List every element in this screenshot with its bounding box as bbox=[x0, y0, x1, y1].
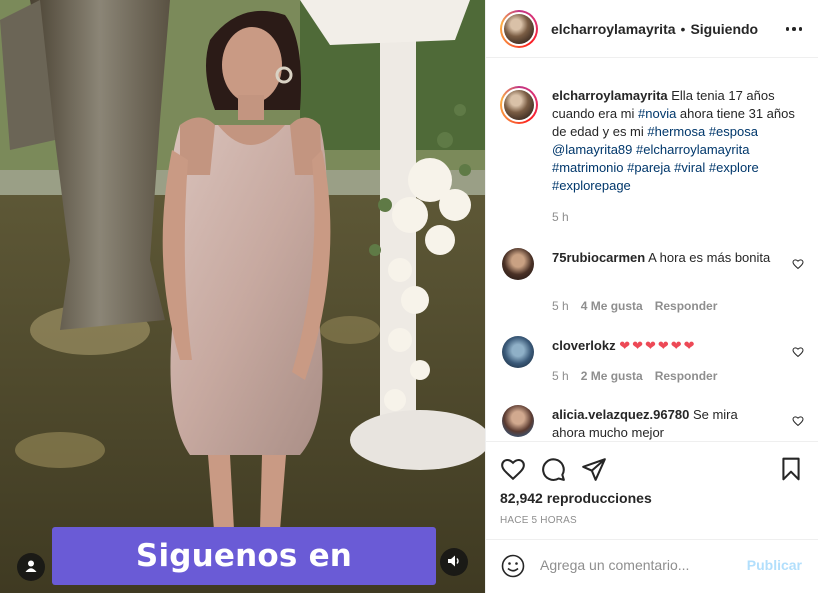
comments-list[interactable]: elcharroylamayrita Ella tenia 17 años cu… bbox=[486, 59, 818, 441]
emoji-smiley-icon[interactable] bbox=[501, 554, 525, 581]
post-actions: 82,942 reproducciones HACE 5 HORAS Publi… bbox=[486, 441, 818, 593]
like-heart-icon[interactable] bbox=[500, 456, 526, 485]
more-options-button[interactable] bbox=[784, 19, 804, 39]
comment-username[interactable]: cloverlokz bbox=[552, 338, 616, 353]
view-count[interactable]: 82,942 reproducciones bbox=[500, 490, 652, 506]
like-comment-heart-icon[interactable] bbox=[792, 258, 804, 273]
caption-username[interactable]: elcharroylamayrita bbox=[552, 88, 668, 103]
comment-input[interactable] bbox=[540, 557, 740, 573]
hashtag-elcharroylamayrita[interactable]: #elcharroylamayrita bbox=[636, 142, 749, 157]
user-tag-icon bbox=[24, 559, 38, 576]
mention-lamayrita89[interactable]: @lamayrita89 bbox=[552, 142, 632, 157]
comment-avatar[interactable] bbox=[502, 248, 534, 280]
caption-text: elcharroylamayrita Ella tenia 17 años cu… bbox=[552, 87, 804, 195]
user-tag-button[interactable] bbox=[17, 553, 45, 581]
comment-composer: Publicar bbox=[486, 539, 818, 593]
audio-toggle-button[interactable] bbox=[440, 548, 468, 576]
comment-meta: 5 h 2 Me gusta Responder bbox=[552, 369, 717, 383]
hashtag-explorepage[interactable]: #explorepage bbox=[552, 178, 631, 193]
hashtag-esposa[interactable]: #esposa bbox=[709, 124, 758, 139]
caption-author-avatar[interactable] bbox=[500, 86, 538, 124]
comment-avatar[interactable] bbox=[502, 336, 534, 368]
comment-avatar[interactable] bbox=[502, 405, 534, 437]
share-paper-plane-icon[interactable] bbox=[581, 456, 607, 485]
hashtag-pareja[interactable]: #pareja bbox=[627, 160, 670, 175]
hashtag-matrimonio[interactable]: #matrimonio bbox=[552, 160, 624, 175]
save-bookmark-icon[interactable] bbox=[778, 456, 804, 485]
post-time-ago: HACE 5 HORAS bbox=[500, 515, 577, 526]
caption-timestamp: 5 h bbox=[552, 210, 569, 224]
comment-bubble-icon[interactable] bbox=[540, 456, 566, 485]
comment-text: cloverlokz ❤❤❤❤❤❤ bbox=[552, 337, 774, 355]
comment-likes-count[interactable]: 4 Me gusta bbox=[581, 299, 643, 313]
comment-username[interactable]: alicia.velazquez.96780 bbox=[552, 407, 689, 422]
comment-time: 5 h bbox=[552, 369, 569, 383]
comment-time: 5 h bbox=[552, 299, 569, 313]
comment-text: 75rubiocarmen A hora es más bonita bbox=[552, 249, 774, 267]
hashtag-viral[interactable]: #viral bbox=[674, 160, 705, 175]
publish-button[interactable]: Publicar bbox=[747, 557, 802, 573]
hashtag-novia[interactable]: #novia bbox=[638, 106, 676, 121]
more-horizontal-icon bbox=[785, 27, 790, 31]
comment-username[interactable]: 75rubiocarmen bbox=[552, 250, 645, 265]
hashtag-explore[interactable]: #explore bbox=[709, 160, 759, 175]
post-caption: elcharroylamayrita Ella tenia 17 años cu… bbox=[500, 86, 804, 236]
comment-message: ❤❤❤❤❤❤ bbox=[619, 338, 697, 353]
post-header: elcharroylamayrita • Siguiendo bbox=[486, 0, 818, 58]
like-comment-heart-icon[interactable] bbox=[792, 415, 804, 430]
comment-message: A hora es más bonita bbox=[648, 250, 771, 265]
comment-reply-button[interactable]: Responder bbox=[655, 369, 718, 383]
post-side-panel: elcharroylamayrita • Siguiendo elcharroy… bbox=[485, 0, 818, 593]
post-media-video[interactable]: Siguenos en instagram bbox=[0, 0, 485, 593]
hashtag-hermosa[interactable]: #hermosa bbox=[647, 124, 705, 139]
action-icons-row bbox=[500, 456, 804, 482]
follow-button[interactable]: Siguiendo bbox=[690, 21, 758, 37]
comment-item: cloverlokz ❤❤❤❤❤❤ 5 h 2 Me gusta Responder bbox=[500, 336, 804, 396]
comment-item: 75rubiocarmen A hora es más bonita 5 h 4 … bbox=[500, 248, 804, 318]
comment-reply-button[interactable]: Responder bbox=[655, 299, 718, 313]
separator-dot: • bbox=[680, 20, 686, 37]
video-caption-overlay: Siguenos en instagram bbox=[52, 527, 436, 585]
like-comment-heart-icon[interactable] bbox=[792, 346, 804, 361]
comment-meta: 5 h 4 Me gusta Responder bbox=[552, 299, 717, 313]
comment-item: alicia.velazquez.96780 Se mira ahora muc… bbox=[500, 405, 804, 441]
author-avatar[interactable] bbox=[500, 9, 538, 48]
speaker-icon bbox=[447, 554, 461, 571]
author-username[interactable]: elcharroylamayrita bbox=[551, 21, 676, 37]
comment-text: alicia.velazquez.96780 Se mira ahora muc… bbox=[552, 406, 774, 441]
video-frame bbox=[0, 0, 485, 593]
comment-likes-count[interactable]: 2 Me gusta bbox=[581, 369, 643, 383]
